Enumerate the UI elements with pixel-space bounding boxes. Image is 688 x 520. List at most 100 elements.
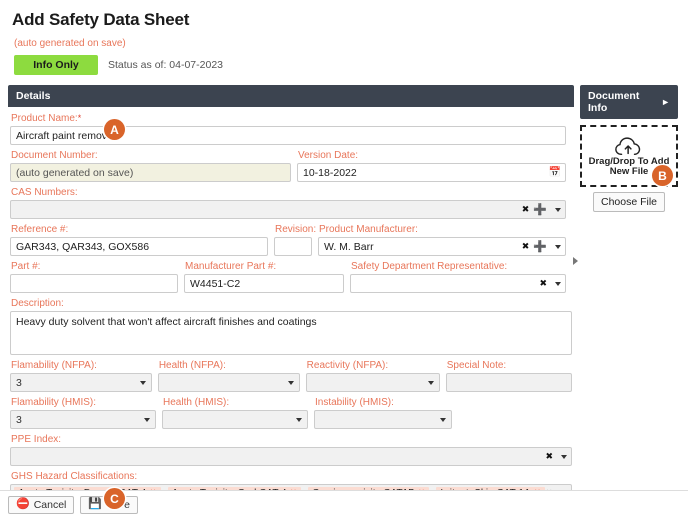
product-name-input[interactable]: Aircraft paint remover — [10, 126, 566, 145]
cas-numbers-label: CAS Numbers: — [11, 187, 566, 198]
panel-collapse-handle[interactable] — [573, 257, 578, 265]
cancel-circle-icon: ⛔ — [16, 499, 30, 510]
chevron-down-icon[interactable] — [555, 208, 561, 212]
special-note-input[interactable] — [446, 373, 572, 392]
cas-numbers-input[interactable]: ✖ ➕ — [10, 200, 566, 219]
chevron-down-icon[interactable] — [144, 418, 150, 422]
floppy-disk-icon: 💾 — [88, 499, 102, 510]
row-reference-revision-manufacturer: Reference #: GAR343, QAR343, GOX586 Revi… — [10, 223, 572, 256]
product-manufacturer-input[interactable]: W. M. Barr ✖ ➕ — [318, 237, 566, 256]
row-ppe-index: PPE Index: ✖ — [10, 433, 572, 466]
document-info-panel: Document Info ► Drag/Drop To Add New Fil… — [580, 85, 678, 212]
autogenerated-note: (auto generated on save) — [14, 38, 676, 49]
cancel-button-label: Cancel — [34, 499, 67, 511]
flammability-nfpa-select[interactable]: 3 — [10, 373, 152, 392]
version-date-input[interactable]: 10-18-2022 📅 — [297, 163, 566, 182]
field-part-number: Part #: — [10, 260, 178, 293]
row-product-name: Product Name:* Aircraft paint remover — [10, 112, 572, 145]
status-as-of-label: Status as of: — [108, 59, 166, 71]
product-manufacturer-icons: ✖ ➕ — [522, 238, 561, 255]
annotation-marker-c: C — [104, 488, 125, 509]
cancel-button[interactable]: ⛔ Cancel — [8, 496, 74, 514]
safety-rep-label: Safety Department Representative: — [351, 261, 566, 272]
chevron-down-icon[interactable] — [555, 245, 561, 249]
chevron-down-icon[interactable] — [140, 381, 146, 385]
health-nfpa-select[interactable] — [158, 373, 300, 392]
chevron-down-icon[interactable] — [561, 455, 567, 459]
ghs-label: GHS Hazard Classifications: — [11, 471, 572, 482]
manufacturer-part-number-value: W4451-C2 — [190, 278, 240, 290]
field-cas-numbers: CAS Numbers: ✖ ➕ — [10, 186, 566, 219]
document-number-input: (auto generated on save) — [10, 163, 291, 182]
page-title: Add Safety Data Sheet — [12, 10, 676, 30]
clear-icon[interactable]: ✖ — [522, 205, 530, 215]
health-hmis-select[interactable] — [162, 410, 308, 429]
version-date-label: Version Date: — [298, 150, 566, 161]
health-nfpa-label: Health (NFPA): — [159, 360, 300, 371]
field-flammability-hmis: Flamability (HMIS): 3 — [10, 396, 156, 429]
choose-file-button[interactable]: Choose File — [593, 192, 665, 212]
clear-icon[interactable]: ✖ — [545, 452, 553, 462]
field-document-number: Document Number: (auto generated on save… — [10, 149, 291, 182]
cloud-upload-icon — [615, 136, 643, 156]
version-date-value: 10-18-2022 — [303, 167, 357, 179]
chevron-down-icon[interactable] — [555, 282, 561, 286]
product-name-value: Aircraft paint remover — [16, 130, 116, 142]
description-textarea[interactable]: Heavy duty solvent that won't affect air… — [10, 311, 572, 355]
row-description: Description: Heavy duty solvent that won… — [10, 297, 572, 355]
field-reactivity-nfpa: Reactivity (NFPA): — [306, 359, 440, 392]
description-value: Heavy duty solvent that won't affect air… — [16, 316, 317, 328]
field-ppe-index: PPE Index: ✖ — [10, 433, 572, 466]
product-manufacturer-label: Product Manufacturer: — [319, 224, 566, 235]
field-health-hmis: Health (HMIS): — [162, 396, 308, 429]
dialog-footer: ⛔ Cancel 💾 Save — [0, 490, 688, 518]
field-product-manufacturer: Product Manufacturer: W. M. Barr ✖ ➕ — [318, 223, 566, 256]
version-date-icons: 📅 — [549, 164, 561, 181]
field-safety-department-representative: Safety Department Representative: ✖ — [350, 260, 566, 293]
instability-hmis-label: Instability (HMIS): — [315, 397, 452, 408]
chevron-down-icon[interactable] — [288, 381, 294, 385]
field-revision: Revision: — [274, 223, 312, 256]
chevron-right-icon[interactable]: ► — [661, 97, 670, 107]
revision-label: Revision: — [275, 224, 312, 235]
required-asterisk: * — [78, 113, 82, 123]
clear-icon[interactable]: ✖ — [522, 242, 530, 252]
safety-rep-icons: ✖ — [539, 275, 561, 292]
calendar-icon[interactable]: 📅 — [549, 167, 561, 178]
product-manufacturer-value: W. M. Barr — [324, 241, 374, 253]
details-panel: Details Product Name:* Aircraft paint re… — [8, 85, 574, 520]
chevron-down-icon[interactable] — [428, 381, 434, 385]
ppe-index-input[interactable]: ✖ — [10, 447, 572, 466]
reactivity-nfpa-select[interactable] — [306, 373, 440, 392]
row-document-number-version-date: Document Number: (auto generated on save… — [10, 149, 572, 182]
annotation-marker-a: A — [104, 119, 125, 140]
field-flammability-nfpa: Flamability (NFPA): 3 — [10, 359, 152, 392]
part-number-input[interactable] — [10, 274, 178, 293]
flammability-hmis-select[interactable]: 3 — [10, 410, 156, 429]
revision-input[interactable] — [274, 237, 312, 256]
clear-icon[interactable]: ✖ — [539, 279, 547, 289]
document-info-section-header[interactable]: Document Info ► — [580, 85, 678, 119]
add-icon[interactable]: ➕ — [533, 204, 547, 215]
safety-rep-input[interactable]: ✖ — [350, 274, 566, 293]
field-description: Description: Heavy duty solvent that won… — [10, 297, 572, 355]
instability-hmis-select[interactable] — [314, 410, 452, 429]
ppe-index-icons: ✖ — [545, 448, 567, 465]
reference-input[interactable]: GAR343, QAR343, GOX586 — [10, 237, 268, 256]
special-note-label: Special Note: — [447, 360, 572, 371]
cas-numbers-icons: ✖ ➕ — [522, 201, 561, 218]
part-number-label: Part #: — [11, 261, 178, 272]
manufacturer-part-number-input[interactable]: W4451-C2 — [184, 274, 344, 293]
add-icon[interactable]: ➕ — [533, 241, 547, 252]
chevron-down-icon[interactable] — [440, 418, 446, 422]
details-section-header: Details — [8, 85, 574, 107]
field-instability-hmis: Instability (HMIS): — [314, 396, 452, 429]
dialog-header: Add Safety Data Sheet close-icon (auto g… — [0, 0, 688, 75]
status-as-of-text: Status as of: 04-07-2023 — [108, 59, 223, 71]
dialog-body: Details Product Name:* Aircraft paint re… — [0, 75, 688, 520]
flammability-nfpa-value: 3 — [16, 377, 22, 389]
flammability-hmis-label: Flamability (HMIS): — [11, 397, 156, 408]
annotation-marker-b: B — [652, 165, 673, 186]
status-row: Info Only Status as of: 04-07-2023 — [14, 55, 676, 75]
chevron-down-icon[interactable] — [296, 418, 302, 422]
